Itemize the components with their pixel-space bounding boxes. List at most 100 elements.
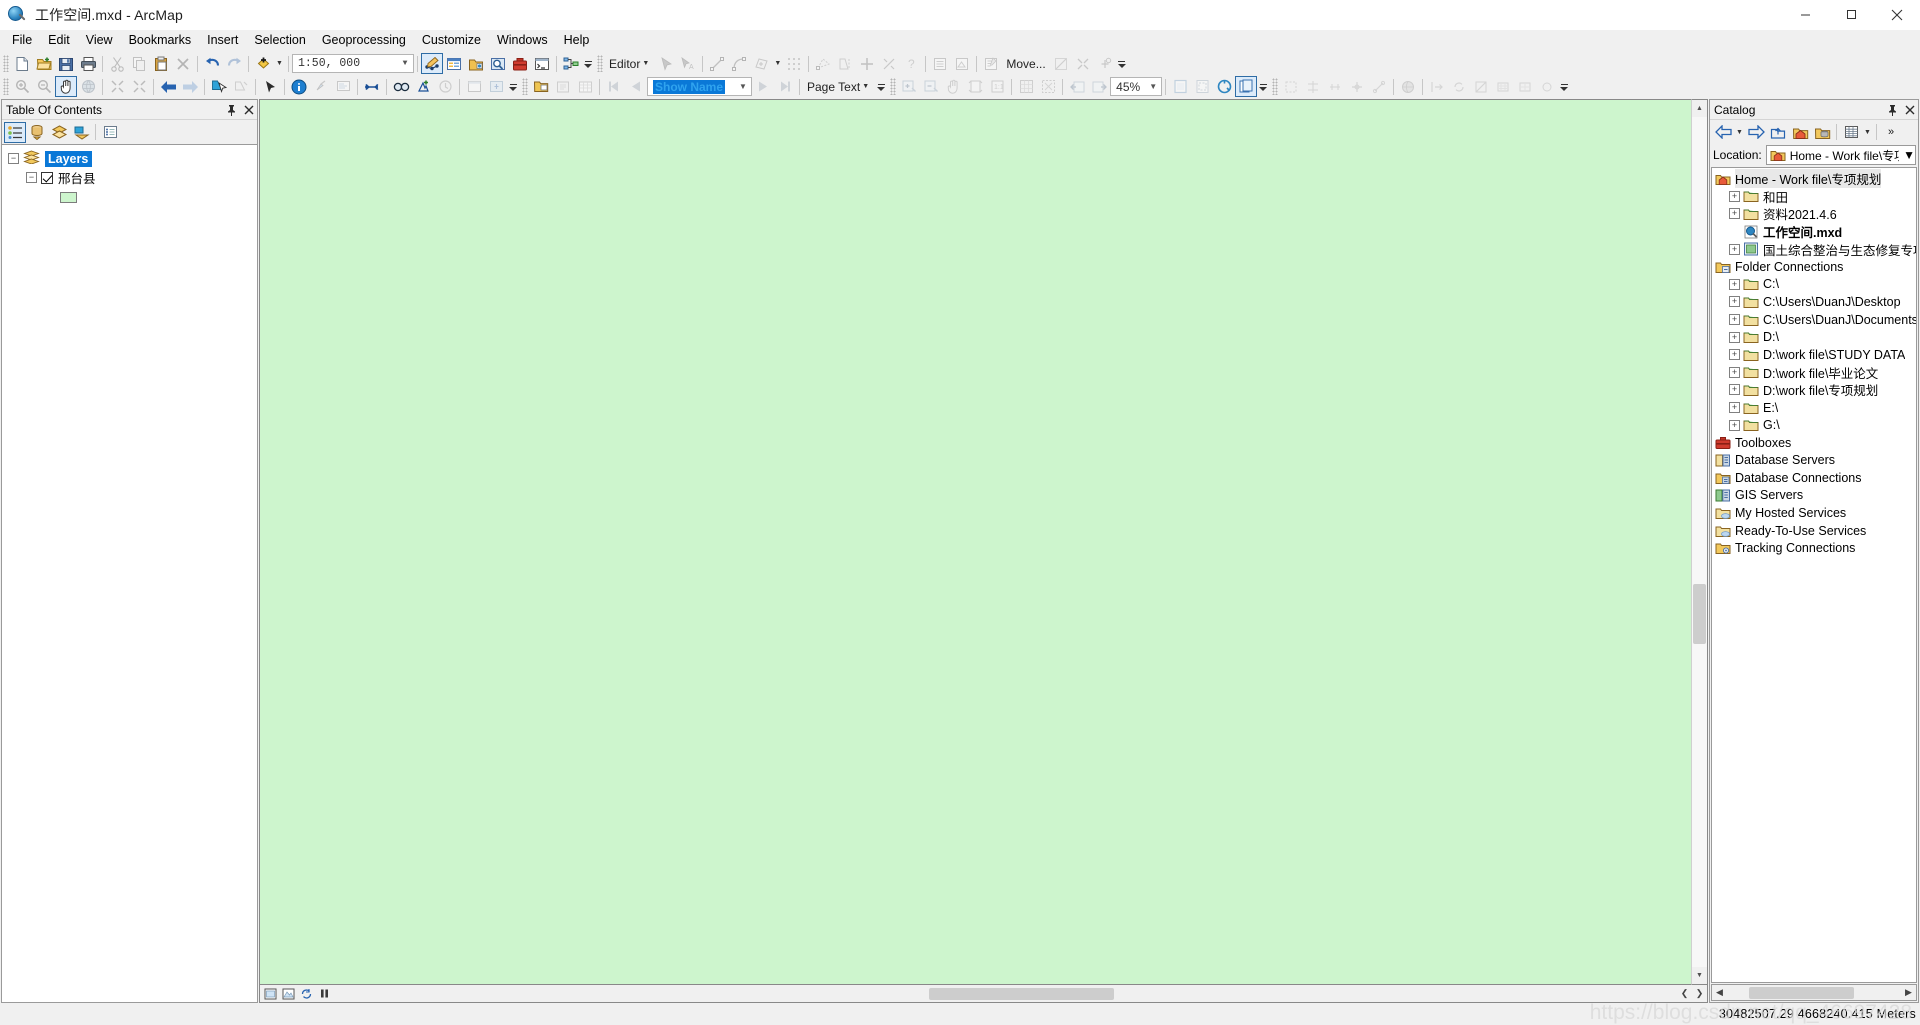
zoom-out-icon[interactable]	[33, 76, 55, 97]
python-window-icon[interactable]	[531, 53, 553, 74]
catalog-node[interactable]: Database Servers	[1712, 452, 1916, 470]
menu-geoprocessing[interactable]: Geoprocessing	[314, 30, 414, 51]
catalog-horizontal-scrollbar[interactable]: ◀ ▶	[1711, 984, 1917, 1001]
list-by-source-icon[interactable]	[26, 122, 48, 143]
toc-symbol-row[interactable]	[2, 187, 257, 207]
split-tool-icon[interactable]	[856, 53, 878, 74]
toc-tree[interactable]: − Layers − 邢台县	[2, 144, 257, 1002]
layer-visibility-checkbox[interactable]	[41, 171, 53, 184]
catalog-node[interactable]: Tracking Connections	[1712, 539, 1916, 557]
toolbar-grip[interactable]	[3, 55, 9, 72]
add-data-icon[interactable]	[252, 53, 274, 74]
toolbar-grip[interactable]	[597, 55, 603, 72]
chevron-down-icon[interactable]: ▼	[860, 76, 871, 97]
catalog-window-icon[interactable]	[465, 53, 487, 74]
layer-symbol-swatch[interactable]	[60, 191, 77, 203]
go-forward-extent-icon[interactable]	[1088, 76, 1110, 97]
no-sync-icon[interactable]	[1470, 76, 1492, 97]
search-window-icon[interactable]	[487, 53, 509, 74]
zoom-to-selected-icon[interactable]	[1037, 76, 1059, 97]
cat-hscroll-thumb[interactable]	[1749, 986, 1854, 999]
up-one-level-icon[interactable]	[1767, 122, 1789, 143]
edit-annotation-tool-icon[interactable]: A	[677, 53, 699, 74]
catalog-node[interactable]: Home - Work file\专项规划	[1712, 169, 1916, 189]
forward-icon[interactable]	[1745, 122, 1767, 143]
expand-icon[interactable]: +	[1729, 314, 1740, 326]
catalog-node[interactable]: Toolboxes	[1712, 434, 1916, 452]
list-by-drawing-order-icon[interactable]	[4, 121, 26, 143]
contents-dropdown-icon[interactable]: ▼	[1862, 122, 1873, 143]
menu-view[interactable]: View	[78, 30, 121, 51]
chevron-down-icon[interactable]: ▼	[1145, 82, 1161, 91]
vscroll-track[interactable]	[1692, 117, 1707, 967]
scroll-left-icon[interactable]: ◀	[1712, 985, 1727, 1001]
map-vertical-scrollbar[interactable]: ▲ ▼	[1691, 99, 1708, 985]
toolbar-overflow-icon[interactable]	[1116, 53, 1128, 74]
chevron-down-icon[interactable]: ▼	[1903, 148, 1915, 162]
chevron-down-icon[interactable]: ▼	[735, 82, 751, 91]
collapse-icon[interactable]: −	[26, 172, 37, 183]
cut-polygons-icon[interactable]	[834, 53, 856, 74]
data-view-icon[interactable]	[280, 986, 296, 1002]
scroll-up-icon[interactable]: ▲	[1692, 100, 1707, 117]
sync-icon[interactable]	[1448, 76, 1470, 97]
find-icon[interactable]	[390, 76, 412, 97]
catalog-node[interactable]: + G:\	[1712, 416, 1916, 434]
cat-hscroll-track[interactable]	[1729, 986, 1899, 1000]
curve-segment-icon[interactable]	[728, 53, 750, 74]
menu-selection[interactable]: Selection	[246, 30, 313, 51]
zoom-out-page-icon[interactable]	[920, 76, 942, 97]
expand-icon[interactable]: +	[1729, 366, 1740, 378]
edit-sketch-properties-icon[interactable]	[1050, 53, 1072, 74]
catalog-node[interactable]: + 和田	[1712, 188, 1916, 206]
data-driven-pages-icon[interactable]	[1235, 76, 1258, 97]
add-control-point-icon[interactable]	[1346, 76, 1368, 97]
go-back-extent-icon[interactable]	[1066, 76, 1088, 97]
zoom-whole-page-icon[interactable]	[964, 76, 986, 97]
chevron-down-icon[interactable]: ▼	[397, 59, 413, 68]
3d-view-icon[interactable]	[1397, 76, 1419, 97]
minimize-button[interactable]	[1782, 0, 1828, 30]
toggle-contents-panel-icon[interactable]	[1840, 122, 1862, 143]
list-by-selection-icon[interactable]	[70, 122, 92, 143]
scalebar-icon[interactable]	[1536, 76, 1558, 97]
delete-icon[interactable]	[172, 53, 194, 74]
scroll-right-icon[interactable]: ❯	[1692, 986, 1707, 1002]
menu-windows[interactable]: Windows	[489, 30, 556, 51]
expand-icon[interactable]: +	[1729, 278, 1740, 290]
rotate-tool-icon[interactable]	[878, 53, 900, 74]
map-scale-combo[interactable]: 1:50, 000 ▼	[292, 54, 414, 73]
straight-segment-icon[interactable]	[706, 53, 728, 74]
distribute-icon[interactable]	[1324, 76, 1346, 97]
chevron-down-icon[interactable]: ▼	[772, 53, 783, 74]
menu-file[interactable]: File	[4, 30, 40, 51]
focus-data-frame-icon[interactable]	[1191, 76, 1213, 97]
layout-zoom-combo[interactable]: 45% ▼	[1110, 77, 1163, 96]
collapse-icon[interactable]: −	[8, 153, 19, 164]
toolbar-grip[interactable]	[1272, 78, 1279, 95]
scroll-down-icon[interactable]: ▼	[1692, 967, 1707, 984]
toggle-toc-icon[interactable]: ❮	[1677, 986, 1692, 1002]
catalog-node[interactable]: + D:\work file\专项规划	[1712, 381, 1916, 399]
select-features-icon[interactable]	[208, 76, 230, 97]
toolbar-overflow-icon[interactable]	[1257, 76, 1269, 97]
ddp-refresh-icon[interactable]	[552, 76, 574, 97]
edit-vertices-icon[interactable]	[783, 53, 805, 74]
hscroll-track[interactable]	[334, 987, 1675, 1001]
expand-icon[interactable]: +	[1729, 419, 1740, 431]
more-commands-icon[interactable]: »	[1880, 122, 1902, 143]
catalog-node[interactable]: + D:\work file\STUDY DATA	[1712, 346, 1916, 364]
pan-page-icon[interactable]	[942, 76, 964, 97]
cut-icon[interactable]	[106, 53, 128, 74]
data-frame-combo[interactable]: Show Name ▼	[647, 77, 752, 96]
print-icon[interactable]	[77, 53, 99, 74]
expand-icon[interactable]: +	[1729, 402, 1740, 414]
fixed-zoom-page-icon[interactable]: 1:1	[986, 76, 1008, 97]
back-dropdown-icon[interactable]: ▼	[1734, 122, 1745, 143]
html-popup-icon[interactable]	[332, 76, 354, 97]
expand-icon[interactable]: +	[1729, 331, 1740, 343]
zoom-to-100-icon[interactable]	[1015, 76, 1037, 97]
edit-tool-icon[interactable]	[655, 53, 677, 74]
create-features-icon[interactable]	[980, 53, 1002, 74]
catalog-node[interactable]: + 国土综合整治与生态修复专项	[1712, 240, 1916, 258]
